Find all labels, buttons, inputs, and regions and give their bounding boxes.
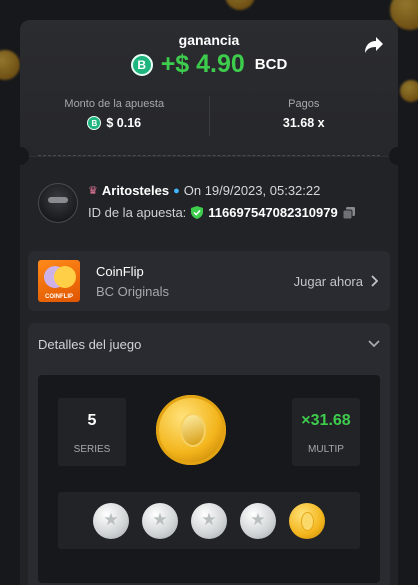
game-details-toggle[interactable]: Detalles del juego xyxy=(28,323,390,365)
gold-coin-icon xyxy=(289,502,325,539)
game-thumbnail[interactable]: COINFLIP xyxy=(38,260,80,302)
payout-value-row: 31.68 x xyxy=(210,116,399,130)
result-title: ganancia xyxy=(178,32,240,48)
silver-coin-icon xyxy=(240,502,276,539)
player-text: ♛ Aritosteles ● On 19/9/2023, 05:32:22 I… xyxy=(88,183,355,229)
bet-id-label: ID de la apuesta: xyxy=(88,205,187,220)
bet-date: On 19/9/2023, 05:32:22 xyxy=(183,183,321,198)
bet-stats: Monto de la apuesta B $ 0.16 Pagos 31.68… xyxy=(20,96,398,136)
player-info: ♛ Aritosteles ● On 19/9/2023, 05:32:22 I… xyxy=(38,183,388,229)
currency-code: BCD xyxy=(254,56,288,73)
wager-value-row: B $ 0.16 xyxy=(20,116,209,130)
thumbnail-label: COINFLIP xyxy=(45,294,73,300)
silver-coin-icon xyxy=(142,502,178,539)
win-amount: +$ 4.90 xyxy=(160,50,245,78)
game-details-section: Detalles del juego 5 SERIES ×31.68 MULTI… xyxy=(28,323,390,585)
chevron-right-icon xyxy=(371,275,378,287)
player-line: ♛ Aritosteles ● On 19/9/2023, 05:32:22 xyxy=(88,183,355,198)
play-now-link[interactable]: Jugar ahora xyxy=(294,274,378,289)
game-card: COINFLIP CoinFlip BC Originals Jugar aho… xyxy=(28,251,390,311)
background-coin-decoration xyxy=(225,0,255,10)
payout-stat: Pagos 31.68 x xyxy=(208,96,399,136)
silver-coin-icon xyxy=(191,502,227,539)
win-amount-row: B +$ 4.90 BCD xyxy=(20,50,398,79)
ticket-divider xyxy=(38,155,380,156)
play-now-label: Jugar ahora xyxy=(293,273,363,289)
bet-id: 116697547082310979 xyxy=(208,205,338,220)
bcd-coin-icon: B xyxy=(130,53,153,76)
chevron-down-icon xyxy=(368,340,380,348)
ticket-notch-right xyxy=(389,147,398,165)
wager-stat: Monto de la apuesta B $ 0.16 xyxy=(20,96,209,136)
game-provider: BC Originals xyxy=(96,283,169,299)
share-icon[interactable] xyxy=(364,36,384,54)
series-box: 5 SERIES xyxy=(58,398,126,466)
verified-shield-icon xyxy=(191,206,204,219)
multiplier-label: MULTIP xyxy=(308,444,344,455)
game-details-title: Detalles del juego xyxy=(38,336,142,352)
multiplier-value: ×31.68 xyxy=(301,412,351,429)
payout-value: 31.68 x xyxy=(282,116,325,130)
payout-label: Pagos xyxy=(288,98,320,110)
result-header: ganancia B +$ 4.90 BCD Monto de la apues… xyxy=(20,20,398,157)
background-coin-decoration xyxy=(400,80,418,102)
bcd-coin-icon: B xyxy=(87,116,102,130)
bet-detail-card: ganancia B +$ 4.90 BCD Monto de la apues… xyxy=(20,20,398,585)
series-label: SERIES xyxy=(73,444,111,455)
silver-coin-icon xyxy=(93,502,129,539)
vip-badge-icon: ♛ xyxy=(88,185,98,197)
wager-value: $ 0.16 xyxy=(106,116,142,130)
avatar[interactable] xyxy=(38,183,78,223)
gold-coin-result-icon xyxy=(156,395,226,465)
level-badge-icon: ● xyxy=(173,184,180,197)
thumbnail-coin-gold xyxy=(54,266,76,288)
wager-label: Monto de la apuesta xyxy=(64,98,165,110)
game-result-panel: 5 SERIES ×31.68 MULTIP xyxy=(38,375,380,583)
background-coin-decoration xyxy=(0,50,20,80)
game-name: CoinFlip xyxy=(96,263,144,279)
game-text: CoinFlip BC Originals xyxy=(96,264,169,299)
bet-id-line: ID de la apuesta: 116697547082310979 xyxy=(88,205,355,220)
username[interactable]: Aritosteles xyxy=(102,183,169,198)
series-value: 5 xyxy=(87,412,97,429)
coin-flip-history xyxy=(58,492,360,549)
multiplier-box: ×31.68 MULTIP xyxy=(292,398,360,466)
copy-icon[interactable] xyxy=(342,206,355,219)
